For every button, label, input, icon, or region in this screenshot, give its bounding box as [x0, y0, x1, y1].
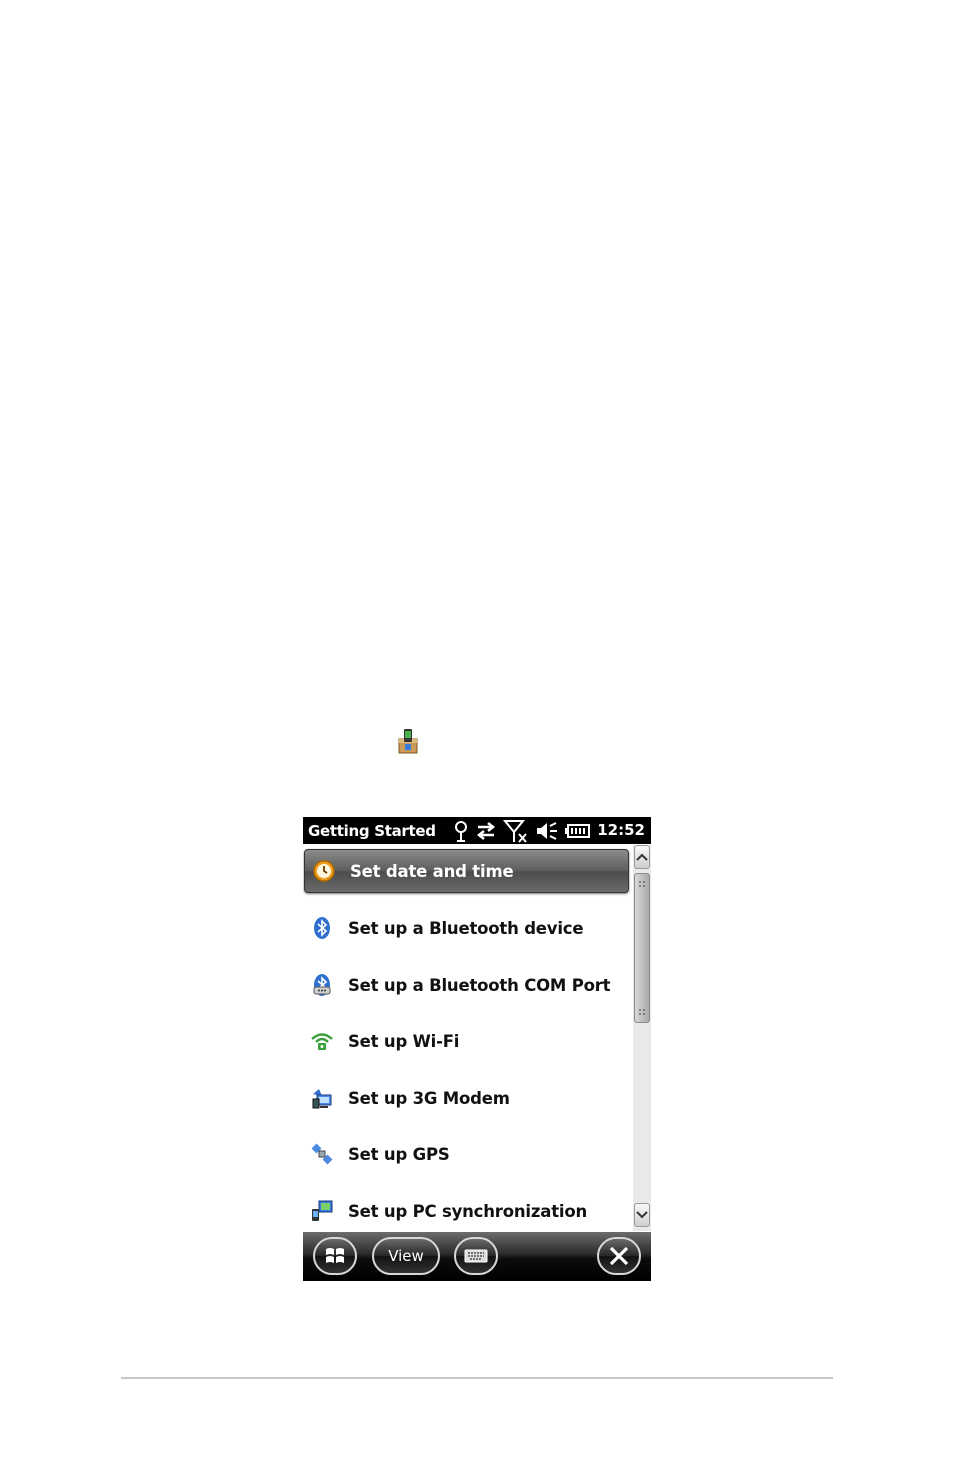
list-item-wifi[interactable]: Set up Wi-Fi [303, 1018, 629, 1064]
grip-icon [639, 881, 645, 1015]
close-button[interactable] [597, 1237, 641, 1275]
scroll-down-button[interactable] [634, 1203, 650, 1227]
list-item-gps[interactable]: Set up GPS [303, 1131, 629, 1177]
device-screen: Getting Started 12:52 Set date and time … [303, 817, 651, 1281]
soft-key-bar: View [303, 1232, 651, 1281]
data-transfer-icon[interactable] [475, 820, 497, 842]
app-title: Getting Started [308, 821, 436, 840]
footer-divider [121, 1377, 833, 1379]
bluetooth-icon [314, 917, 330, 939]
connectivity-icon[interactable] [453, 820, 469, 842]
scrollbar[interactable] [633, 845, 651, 1231]
bluetooth-com-icon [313, 974, 331, 996]
scroll-thumb[interactable] [634, 873, 650, 1023]
battery-icon[interactable] [565, 822, 591, 840]
wifi-icon [311, 1033, 333, 1050]
chevron-up-icon [636, 853, 648, 861]
modem-icon [312, 1089, 332, 1109]
getting-started-list: Set date and time Set up a Bluetooth dev… [303, 847, 633, 1231]
windows-start-icon [326, 1248, 344, 1263]
keyboard-icon [464, 1249, 488, 1263]
scroll-up-button[interactable] [634, 845, 650, 869]
speaker-icon[interactable] [535, 820, 559, 842]
start-button[interactable] [313, 1237, 357, 1275]
pc-sync-icon [312, 1200, 333, 1221]
list-item-bluetooth-device[interactable]: Set up a Bluetooth device [303, 905, 629, 951]
list-item-pc-sync[interactable]: Set up PC synchronization [303, 1188, 629, 1234]
gps-icon [311, 1143, 333, 1165]
clock-icon [313, 860, 335, 882]
list-item-bluetooth-com-port[interactable]: Set up a Bluetooth COM Port [303, 962, 629, 1008]
clock: 12:52 [597, 821, 645, 839]
getting-started-icon [398, 729, 418, 754]
list-item-3g-modem[interactable]: Set up 3G Modem [303, 1075, 629, 1121]
status-bar: Getting Started 12:52 [303, 817, 651, 844]
chevron-down-icon [636, 1211, 648, 1219]
keyboard-button[interactable] [454, 1237, 498, 1275]
no-signal-icon[interactable] [503, 819, 529, 843]
view-button[interactable]: View [372, 1237, 440, 1275]
list-item-set-date-time[interactable]: Set date and time [304, 849, 629, 893]
view-button-label: View [388, 1247, 424, 1265]
close-icon [609, 1246, 629, 1266]
